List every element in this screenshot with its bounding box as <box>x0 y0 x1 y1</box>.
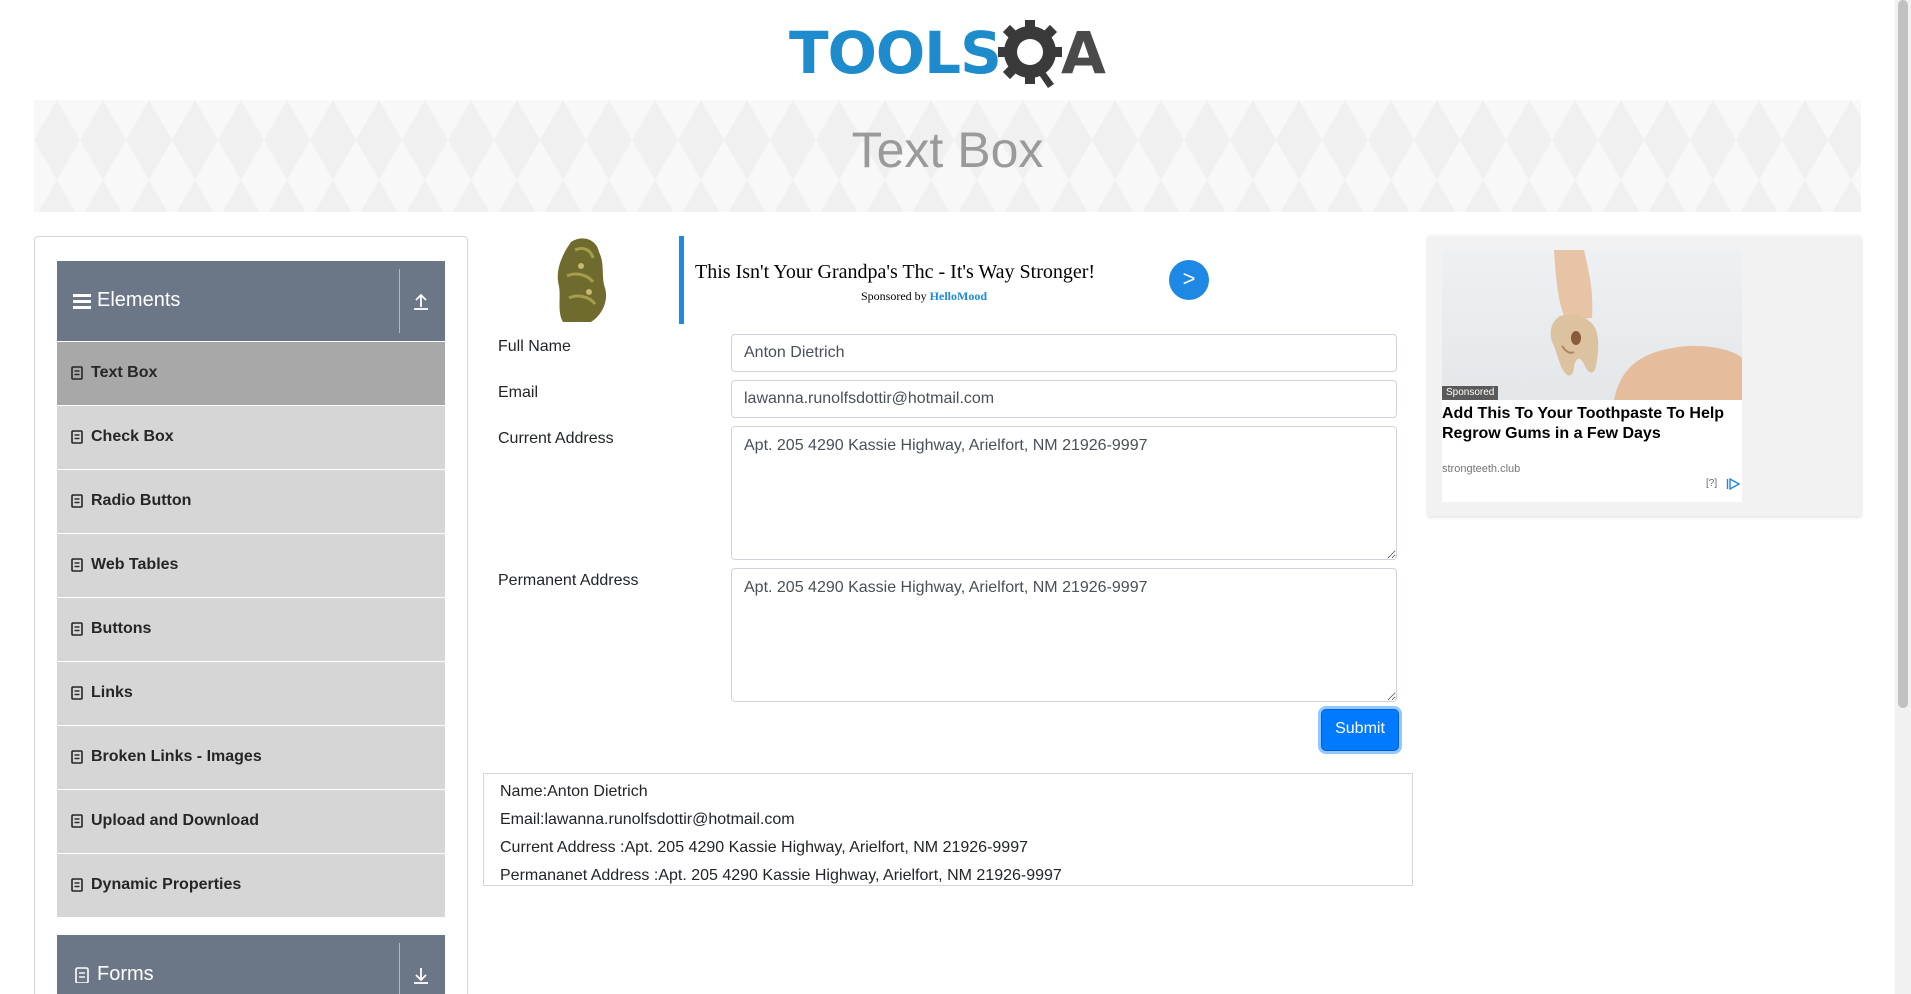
right-ad-card[interactable]: Sponsored Add This To Your Toothpaste To… <box>1442 250 1742 502</box>
output-name: Name:Anton Dietrich <box>500 783 648 800</box>
group-header-forms[interactable]: Forms <box>57 935 445 994</box>
permanent-address-label: Permanent Address <box>498 572 639 589</box>
sidebar-item-label: Dynamic Properties <box>91 876 242 893</box>
ad-product-image <box>557 238 607 322</box>
group-divider <box>399 269 400 333</box>
scrollbar-thumb[interactable] <box>1898 0 1908 708</box>
group-divider <box>399 943 400 994</box>
group-header-elements[interactable]: Elements <box>57 261 445 341</box>
sidebar-item-check-box[interactable]: Check Box <box>57 405 445 469</box>
list-item-icon <box>71 814 83 828</box>
list-item-icon <box>71 366 83 380</box>
list-item-icon <box>71 686 83 700</box>
sidebar-item-dynamic-properties[interactable]: Dynamic Properties <box>57 853 445 917</box>
tooth-illustration <box>1550 250 1742 400</box>
sidebar-item-label: Buttons <box>91 620 152 637</box>
output-current-address: Current Address :Apt. 205 4290 Kassie Hi… <box>500 839 1028 856</box>
hamburger-icon <box>73 294 91 309</box>
sidebar-item-radio-button[interactable]: Radio Button <box>57 469 445 533</box>
right-ad-panel: Sponsored Add This To Your Toothpaste To… <box>1428 236 1861 516</box>
toolsqa-logo[interactable]: TOOLS A <box>789 16 1111 90</box>
email-input[interactable] <box>731 380 1397 418</box>
ad-arrow-button[interactable]: > <box>1169 260 1209 300</box>
sidebar-item-text-box[interactable]: Text Box <box>57 341 445 405</box>
sidebar-item-label: Check Box <box>91 428 174 445</box>
current-address-textarea[interactable]: Apt. 205 4290 Kassie Highway, Arielfort,… <box>731 426 1397 560</box>
logo-main-text: TOOLS <box>789 19 1002 87</box>
left-nav-panel: Elements Text Box Check Box Radio Button… <box>34 236 468 994</box>
email-label: Email <box>498 384 539 401</box>
list-item-icon <box>71 558 83 572</box>
ad-headline[interactable]: This Isn't Your Grandpa's Thc - It's Way… <box>695 260 1095 284</box>
adchoices-icon[interactable] <box>1726 478 1740 490</box>
list-item-icon <box>71 750 83 764</box>
page-scrollbar[interactable] <box>1895 0 1911 994</box>
sidebar-item-broken-links[interactable]: Broken Links - Images <box>57 725 445 789</box>
collapse-up-icon[interactable] <box>409 289 433 313</box>
sidebar-item-label: Web Tables <box>91 556 179 573</box>
current-address-label: Current Address <box>498 430 614 447</box>
sidebar-item-label: Broken Links - Images <box>91 748 262 765</box>
full-name-input[interactable] <box>731 334 1397 372</box>
list-item-icon <box>71 878 83 892</box>
full-name-label: Full Name <box>498 338 571 355</box>
group-label-forms: Forms <box>97 963 154 985</box>
right-ad-title[interactable]: Add This To Your Toothpaste To Help Regr… <box>1442 404 1742 444</box>
right-ad-domain[interactable]: strongteeth.club <box>1442 462 1520 476</box>
clipboard-icon <box>75 967 89 983</box>
sidebar-item-buttons[interactable]: Buttons <box>57 597 445 661</box>
sponsored-ad-strip[interactable]: This Isn't Your Grandpa's Thc - It's Way… <box>497 236 1398 324</box>
ad-choices-link[interactable]: [?] <box>1706 478 1717 490</box>
ad-accent-bar <box>679 236 684 324</box>
ad-sponsor-brand[interactable]: HelloMood <box>930 289 987 303</box>
logo-tail-text: A <box>1061 19 1106 87</box>
sidebar-item-links[interactable]: Links <box>57 661 445 725</box>
group-label-elements: Elements <box>97 289 181 311</box>
permanent-address-textarea[interactable]: Apt. 205 4290 Kassie Highway, Arielfort,… <box>731 568 1397 702</box>
page-title: Text Box <box>851 122 1044 178</box>
sidebar-item-label: Radio Button <box>91 492 192 509</box>
sidebar-item-label: Text Box <box>91 364 158 381</box>
sidebar-item-label: Links <box>91 684 133 701</box>
output-box: Name:Anton Dietrich Email:lawanna.runolf… <box>483 773 1413 886</box>
list-item-icon <box>71 494 83 508</box>
output-email: Email:lawanna.runolfsdottir@hotmail.com <box>500 811 795 828</box>
sidebar-item-web-tables[interactable]: Web Tables <box>57 533 445 597</box>
sidebar-item-label: Upload and Download <box>91 812 259 829</box>
ad-sponsor-prefix: Sponsored by <box>861 289 930 303</box>
submit-button[interactable]: Submit <box>1321 709 1399 751</box>
output-permanent-address: Permananet Address :Apt. 205 4290 Kassie… <box>500 867 1062 884</box>
ad-sponsor-line: Sponsored by HelloMood <box>861 288 987 304</box>
sidebar-item-upload-download[interactable]: Upload and Download <box>57 789 445 853</box>
elements-menu-list: Text Box Check Box Radio Button Web Tabl… <box>57 341 445 917</box>
ad-tooth-image <box>1442 250 1742 400</box>
list-item-icon <box>71 430 83 444</box>
list-item-icon <box>71 622 83 636</box>
sponsored-badge: Sponsored <box>1442 386 1499 400</box>
expand-down-icon[interactable] <box>409 963 433 987</box>
page-banner: Text Box <box>34 100 1861 212</box>
